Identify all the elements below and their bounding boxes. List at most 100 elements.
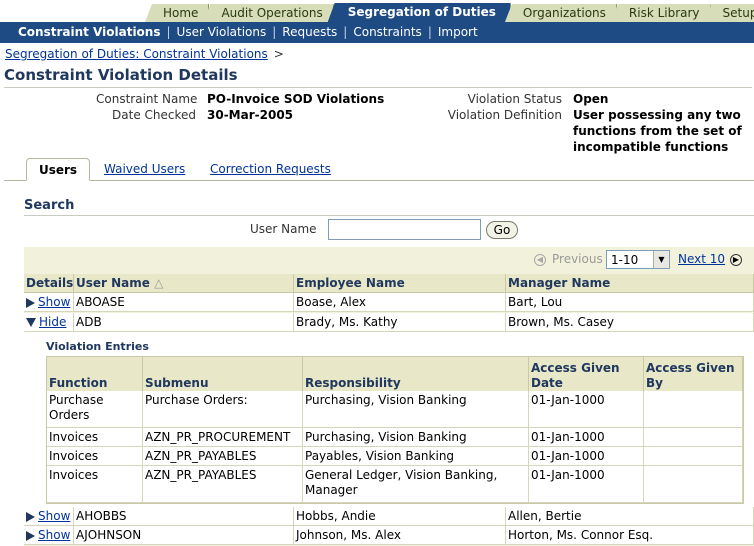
manager-name-cell: Allen, Bertie: [506, 507, 754, 526]
responsibility-cell: Purchasing, Vision Banking: [303, 428, 529, 447]
violation-definition-line-3: incompatible functions: [573, 140, 729, 154]
next-link[interactable]: Next 10: [678, 252, 725, 266]
access-by-cell: [644, 466, 743, 503]
employee-name-cell: Boase, Alex: [294, 293, 506, 312]
column-header-responsibility: Responsibility: [303, 357, 529, 391]
nav-user-violations[interactable]: User Violations: [177, 25, 267, 39]
dropdown-arrow-icon[interactable]: ▼: [653, 251, 669, 268]
column-header-employee-name: Employee Name: [294, 274, 506, 293]
nav-separator: |: [427, 25, 432, 39]
violation-definition-line-2: functions from the set of: [573, 124, 742, 138]
search-heading: Search: [24, 198, 75, 213]
constraint-name-label: Constraint Name: [96, 92, 198, 106]
range-select[interactable]: 1-10 ▼: [606, 250, 670, 269]
employee-name-cell: Brady, Ms. Kathy: [294, 313, 506, 332]
range-value: 1-10: [611, 253, 639, 267]
details-toggle[interactable]: Show: [24, 293, 74, 312]
hide-link[interactable]: Hide: [39, 315, 66, 329]
manager-name-cell: Horton, Ms. Connor Esq.: [506, 526, 754, 545]
nav-import[interactable]: Import: [438, 25, 478, 39]
user-name-cell: AHOBBS: [74, 507, 294, 526]
nav-constraint-violations[interactable]: Constraint Violations: [18, 25, 160, 39]
pagination: ◀ Previous 1-10 ▼ Next 10 ▶: [24, 247, 754, 273]
top-tab-bar: Home Audit Operations Segregation of Dut…: [145, 3, 754, 22]
breadcrumb: Segregation of Duties: Constraint Violat…: [5, 47, 284, 61]
function-cell: Invoices: [47, 447, 143, 466]
next-icon[interactable]: ▶: [730, 254, 742, 266]
divider: [24, 215, 754, 216]
breadcrumb-separator: >: [273, 47, 284, 61]
previous-icon: ◀: [534, 254, 546, 266]
responsibility-cell: Purchasing, Vision Banking: [303, 391, 529, 428]
sub-tab-bar: Users Waived Users Correction Requests: [4, 158, 754, 181]
function-cell: Purchase Orders: [47, 391, 143, 428]
employee-name-cell: Johnson, Ms. Alex: [294, 526, 506, 545]
tab-risk-library[interactable]: Risk Library: [610, 4, 711, 22]
tab-audit-operations[interactable]: Audit Operations: [203, 4, 334, 22]
page-title: Constraint Violation Details: [4, 66, 238, 84]
column-header-manager-name: Manager Name: [506, 274, 754, 293]
violation-status-value: Open: [573, 92, 609, 106]
show-link[interactable]: Show: [38, 509, 70, 523]
tab-home[interactable]: Home: [145, 4, 210, 22]
access-date-cell: 01-Jan-1000: [529, 391, 644, 428]
expand-triangle-icon[interactable]: [26, 297, 35, 308]
violation-entries-panel: Violation Entries Function Submenu Respo…: [24, 332, 754, 509]
violation-entries-table: Function Submenu Responsibility Access G…: [46, 356, 744, 504]
violation-status-label: Violation Status: [467, 92, 562, 106]
nav-constraints[interactable]: Constraints: [353, 25, 421, 39]
user-name-cell: ADB: [74, 313, 294, 332]
details-toggle[interactable]: Hide: [24, 313, 74, 332]
sub-navigation-bar: Constraint Violations | User Violations | Re…: [0, 22, 754, 43]
user-name-cell: ABOASE: [74, 293, 294, 312]
user-name-cell: AJOHNSON: [74, 526, 294, 545]
date-checked-label: Date Checked: [112, 108, 196, 122]
expand-triangle-icon[interactable]: [26, 530, 35, 541]
tab-setup[interactable]: Setup: [704, 4, 754, 22]
column-header-submenu: Submenu: [143, 357, 303, 391]
submenu-cell: AZN_PR_PAYABLES: [143, 466, 303, 503]
tab-waived-users[interactable]: Waived Users: [104, 158, 185, 181]
column-header-access-given-by: Access Given By: [644, 357, 743, 391]
nav-separator: |: [272, 25, 277, 39]
column-header-details: Details: [24, 274, 74, 293]
submenu-cell: AZN_PR_PROCUREMENT: [143, 428, 303, 447]
access-by-cell: [644, 428, 743, 447]
date-checked-value: 30-Mar-2005: [207, 108, 294, 122]
tab-correction-requests[interactable]: Correction Requests: [210, 158, 331, 181]
tab-organizations[interactable]: Organizations: [504, 4, 617, 22]
responsibility-cell: General Ledger, Vision Banking, Manager: [303, 466, 529, 503]
employee-name-cell: Hobbs, Andie: [294, 507, 506, 526]
show-link[interactable]: Show: [38, 295, 70, 309]
sort-ascending-icon[interactable]: △: [154, 276, 163, 290]
responsibility-cell: Payables, Vision Banking: [303, 447, 529, 466]
show-link[interactable]: Show: [38, 528, 70, 542]
user-name-input[interactable]: [328, 219, 481, 240]
manager-name-cell: Brown, Ms. Casey: [506, 313, 754, 332]
submenu-cell: Purchase Orders:: [143, 391, 303, 428]
collapse-triangle-icon[interactable]: [26, 318, 36, 327]
access-date-cell: 01-Jan-1000: [529, 466, 644, 503]
nav-separator: |: [166, 25, 171, 39]
user-name-label: User Name: [250, 222, 317, 236]
access-by-cell: [644, 391, 743, 428]
details-toggle[interactable]: Show: [24, 526, 74, 545]
nav-requests[interactable]: Requests: [282, 25, 337, 39]
divider: [4, 87, 752, 88]
tab-segregation-of-duties[interactable]: Segregation of Duties: [327, 3, 511, 22]
column-header-user-name[interactable]: User Name △: [74, 274, 294, 293]
breadcrumb-link[interactable]: Segregation of Duties: Constraint Violat…: [5, 47, 268, 61]
access-by-cell: [644, 447, 743, 466]
violation-definition-line-1: User possessing any two: [573, 108, 741, 122]
access-date-cell: 01-Jan-1000: [529, 428, 644, 447]
column-header-function: Function: [47, 357, 143, 391]
go-button[interactable]: Go: [486, 221, 518, 239]
access-date-cell: 01-Jan-1000: [529, 447, 644, 466]
expand-triangle-icon[interactable]: [26, 511, 35, 522]
submenu-cell: AZN_PR_PAYABLES: [143, 447, 303, 466]
results-table: ◀ Previous 1-10 ▼ Next 10 ▶ Details User…: [24, 247, 754, 546]
details-toggle[interactable]: Show: [24, 507, 74, 526]
tab-users[interactable]: Users: [26, 158, 90, 181]
function-cell: Invoices: [47, 428, 143, 447]
violation-entries-heading: Violation Entries: [46, 340, 149, 353]
